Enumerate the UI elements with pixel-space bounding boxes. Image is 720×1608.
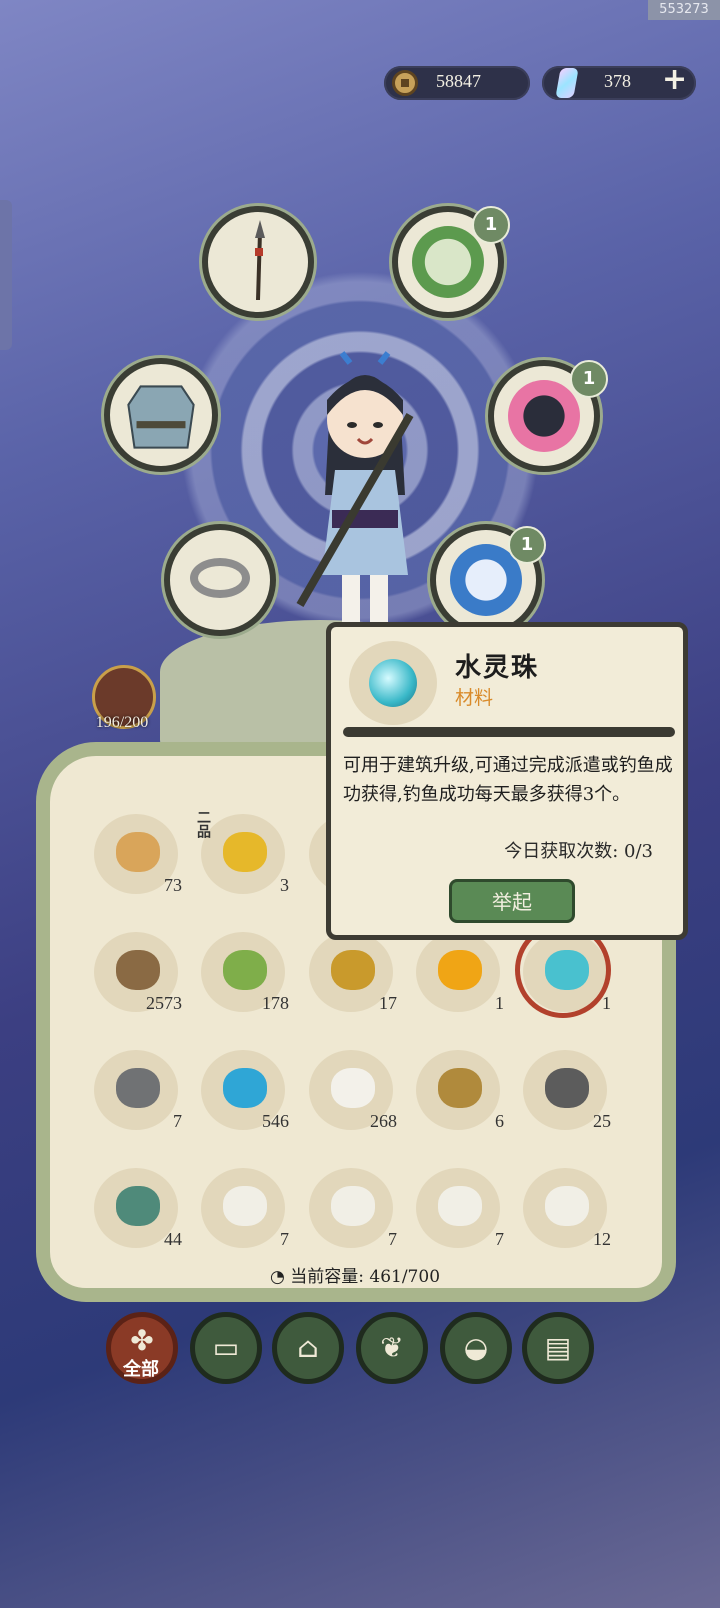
capacity-label: ◔ 当前容量: 461/700: [270, 1262, 440, 1287]
inventory-item[interactable]: 12: [519, 1162, 611, 1254]
jade-ore-icon: [116, 1186, 160, 1226]
inventory-item[interactable]: 3 二品: [195, 808, 289, 900]
item-count: 73: [164, 875, 182, 895]
bowl-icon: ◒: [463, 1331, 489, 1364]
log-icon: ▭: [212, 1331, 240, 1364]
companion-elder-icon: [412, 226, 484, 298]
duck-dumpling-icon: [438, 1186, 482, 1226]
tooltip-item-category: 材料: [455, 687, 494, 709]
notification-badge: 1: [472, 206, 510, 244]
item-count: 3: [280, 875, 289, 895]
inventory-item[interactable]: 73: [90, 808, 182, 900]
tooltip-daily-count: 今日获取次数: 0/3: [504, 841, 653, 862]
notification-badge: 1: [570, 360, 608, 398]
coin-counter: 58847: [384, 66, 530, 100]
notification-badge: 1: [508, 526, 546, 564]
ore-rock-icon: [545, 1068, 589, 1108]
golden-herb-icon: [331, 950, 375, 990]
item-count: 12: [593, 1229, 611, 1249]
tab-label: 全部: [123, 1359, 159, 1380]
tab-leaf[interactable]: ❦: [356, 1312, 428, 1384]
watermark: 553273: [648, 0, 720, 20]
companion-jackal-icon: [508, 380, 580, 452]
side-drawer-handle[interactable]: [0, 200, 12, 350]
bamboo-icon: [223, 950, 267, 990]
gem-icon: [555, 68, 579, 98]
ring-icon: [190, 558, 250, 598]
item-count: 17: [379, 993, 397, 1013]
inventory-item[interactable]: 268: [305, 1044, 397, 1136]
tooltip-item-name: 水灵珠: [455, 653, 540, 683]
item-count: 178: [262, 993, 289, 1013]
inventory-item[interactable]: 178: [197, 926, 289, 1018]
inventory-item[interactable]: 7: [305, 1162, 397, 1254]
capacity-text: 当前容量: 461/700: [290, 1267, 441, 1287]
stamina-value: 196/200: [95, 714, 149, 731]
spear-icon: [255, 220, 265, 301]
pig-dumpling-icon: [545, 1186, 589, 1226]
inventory-item[interactable]: 546: [197, 1044, 289, 1136]
item-count: 7: [495, 1229, 504, 1249]
gem-counter: 378 +: [542, 62, 696, 100]
golden-fruit-icon: [223, 832, 267, 872]
tab-house[interactable]: ⌂: [272, 1312, 344, 1384]
water-orb-icon: [369, 659, 417, 707]
item-count: 268: [370, 1111, 397, 1131]
item-count: 1: [602, 993, 611, 1013]
fire-orb-icon: [438, 950, 482, 990]
tab-bowl[interactable]: ◒: [440, 1312, 512, 1384]
leaf-icon: ❦: [380, 1331, 404, 1364]
item-count: 7: [173, 1111, 182, 1131]
inventory-item[interactable]: 25: [519, 1044, 611, 1136]
add-gems-button[interactable]: +: [662, 62, 687, 97]
inventory-item[interactable]: 7: [197, 1162, 289, 1254]
tooltip-divider: [343, 727, 675, 737]
coin-icon: [392, 70, 418, 96]
item-count: 44: [164, 1229, 182, 1249]
token-icon: [438, 1068, 482, 1108]
weapon-slot[interactable]: [202, 206, 314, 318]
tab-grid[interactable]: ✤ 全部: [106, 1312, 178, 1384]
item-count: 2573: [146, 993, 182, 1013]
chicken-dumpling-icon: [223, 1186, 267, 1226]
blue-flame-orb-icon: [223, 1068, 267, 1108]
item-count: 546: [262, 1111, 289, 1131]
capacity-icon: ◔: [270, 1267, 285, 1287]
item-tooltip: 水灵珠 材料 可用于建筑升级,可通过完成派遣或钓鱼成功获得,钓鱼成功每天最多获得…: [326, 622, 688, 940]
item-count: 25: [593, 1111, 611, 1131]
scroll-icon: [116, 832, 160, 872]
tooltip-item-frame: [349, 641, 437, 725]
gem-amount: 378: [604, 71, 631, 91]
inventory-item[interactable]: 7: [412, 1162, 504, 1254]
hero-character[interactable]: [290, 345, 440, 645]
inventory-item[interactable]: 7: [90, 1044, 182, 1136]
armor-icon: [127, 385, 195, 449]
item-count: 6: [495, 1111, 504, 1131]
house-icon: ⌂: [297, 1331, 319, 1364]
wood-log-icon: [116, 950, 160, 990]
tooltip-description: 可用于建筑升级,可通过完成派遣或钓鱼成功获得,钓鱼成功每天最多获得3个。: [343, 755, 673, 805]
tab-scroll-tab[interactable]: ▤: [522, 1312, 594, 1384]
inventory-item[interactable]: 44: [90, 1162, 182, 1254]
inventory-item[interactable]: 6: [412, 1044, 504, 1136]
item-count: 1: [495, 993, 504, 1013]
scroll-tab-icon: ▤: [544, 1331, 572, 1364]
white-stone-icon: [331, 1068, 375, 1108]
lift-button[interactable]: 举起: [449, 879, 575, 923]
item-count: 7: [280, 1229, 289, 1249]
tab-log[interactable]: ▭: [190, 1312, 262, 1384]
ring-slot[interactable]: [164, 524, 276, 636]
grade-label: 二品: [195, 810, 211, 838]
ghost-dumpling-icon: [331, 1186, 375, 1226]
coin-amount: 58847: [436, 71, 481, 91]
iron-ingot-icon: [116, 1068, 160, 1108]
armor-slot[interactable]: [104, 358, 218, 472]
inventory-item[interactable]: 2573: [90, 926, 182, 1018]
item-count: 7: [388, 1229, 397, 1249]
